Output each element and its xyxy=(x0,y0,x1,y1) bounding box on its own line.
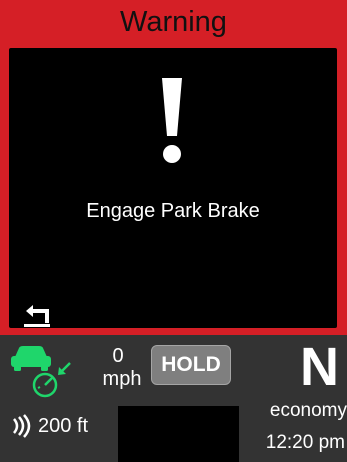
status-bar: 0 mph HOLD N economy 12:20 pm 200 ft xyxy=(0,335,347,462)
exclamation-icon xyxy=(162,78,182,163)
warning-title: Warning xyxy=(120,6,227,38)
adaptive-cruise-icon xyxy=(11,346,71,398)
speed-unit: mph xyxy=(102,368,142,390)
warning-dialog: Warning Engage Park Brake xyxy=(0,0,347,335)
clock: 12:20 pm xyxy=(265,432,345,453)
warning-message: Engage Park Brake xyxy=(86,200,260,222)
gear-indicator: N xyxy=(300,337,339,397)
hold-button[interactable]: HOLD xyxy=(151,345,231,385)
speed-value: 0 xyxy=(112,345,124,367)
distance-value: 200 ft xyxy=(38,415,89,437)
info-panel xyxy=(118,406,239,462)
back-arrow-icon[interactable] xyxy=(23,304,51,328)
drive-mode: economy xyxy=(269,400,347,421)
proximity-sensor-icon xyxy=(13,414,31,438)
warning-panel: Engage Park Brake xyxy=(9,48,337,328)
